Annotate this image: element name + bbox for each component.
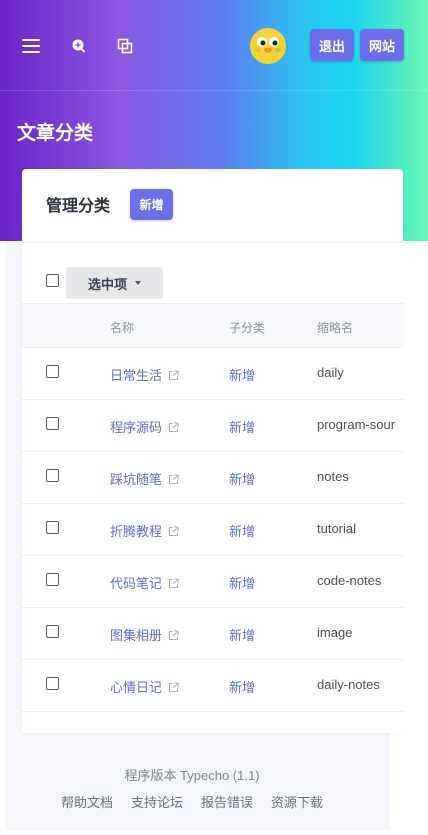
bulk-action-dropdown[interactable]: 选中项 — [66, 267, 163, 299]
avatar[interactable] — [250, 28, 286, 64]
category-name-link[interactable]: 心情日记 — [110, 677, 179, 696]
category-slug: image — [317, 625, 353, 640]
help-docs-link[interactable]: 帮助文档 — [61, 792, 113, 811]
category-name-link[interactable]: 图集相册 — [110, 625, 179, 644]
resource-download-link[interactable]: 资源下载 — [271, 792, 323, 811]
header-divider — [0, 90, 428, 91]
page-title: 文章分类 — [17, 123, 94, 144]
external-link-icon[interactable] — [168, 422, 179, 433]
zoom-in-icon[interactable] — [63, 30, 95, 62]
add-subcategory-link[interactable]: 新增 — [229, 469, 255, 488]
category-name-link[interactable]: 代码笔记 — [110, 573, 179, 592]
table-row: 图集相册 新增 image — [22, 607, 403, 660]
footer-links: 帮助文档 支持论坛 报告错误 资源下载 — [0, 792, 384, 811]
row-checkbox[interactable] — [46, 521, 59, 534]
row-checkbox[interactable] — [46, 417, 59, 430]
site-button[interactable]: 网站 — [360, 29, 405, 61]
external-link-icon[interactable] — [168, 630, 179, 641]
external-link-icon[interactable] — [168, 526, 179, 537]
row-checkbox[interactable] — [46, 573, 59, 586]
row-checkbox[interactable] — [46, 469, 59, 482]
add-subcategory-link[interactable]: 新增 — [229, 417, 255, 436]
external-link-icon[interactable] — [168, 578, 179, 589]
category-slug: daily — [317, 365, 344, 380]
bulk-action-label: 选中项 — [87, 276, 127, 292]
table-row: 代码笔记 新增 code-notes — [22, 555, 403, 608]
external-link-icon[interactable] — [168, 682, 179, 693]
windows-icon[interactable] — [109, 30, 141, 62]
category-name-link[interactable]: 踩坑随笔 — [110, 469, 179, 488]
report-bug-link[interactable]: 报告错误 — [201, 792, 253, 811]
support-forum-link[interactable]: 支持论坛 — [131, 792, 183, 811]
category-panel: 管理分类 新增 选中项 名称 子分类 缩略名 日常生活 新增 daily 程序源… — [22, 169, 403, 733]
table-row: 日常生活 新增 daily — [22, 347, 403, 400]
category-name-link[interactable]: 程序源码 — [110, 417, 179, 436]
table-row: 程序源码 新增 program-sour — [22, 399, 403, 452]
category-slug: code-notes — [317, 573, 382, 588]
add-subcategory-link[interactable]: 新增 — [229, 677, 255, 696]
external-link-icon[interactable] — [168, 370, 179, 381]
table-row: 踩坑随笔 新增 notes — [22, 451, 403, 504]
logout-button[interactable]: 退出 — [310, 29, 355, 61]
row-checkbox[interactable] — [46, 677, 59, 690]
panel-title: 管理分类 — [46, 198, 111, 215]
column-header-slug: 缩略名 — [317, 321, 354, 335]
category-slug: tutorial — [317, 521, 357, 536]
version-text: 程序版本 Typecho (1.1) — [124, 768, 260, 783]
row-checkbox[interactable] — [46, 625, 59, 638]
table-header: 名称 子分类 缩略名 — [22, 303, 403, 348]
add-subcategory-link[interactable]: 新增 — [229, 625, 255, 644]
category-slug: daily-notes — [317, 677, 380, 692]
top-bar: 退出 网站 — [0, 0, 428, 90]
category-slug: program-sour — [317, 417, 396, 432]
column-header-name: 名称 — [110, 321, 135, 335]
chevron-down-icon — [135, 281, 141, 285]
add-subcategory-link[interactable]: 新增 — [229, 573, 255, 592]
external-link-icon[interactable] — [168, 474, 179, 485]
table-row: 心情日记 新增 daily-notes — [22, 659, 403, 712]
select-all-checkbox[interactable] — [46, 274, 59, 287]
table-row: 折腾教程 新增 tutorial — [22, 503, 403, 556]
menu-icon[interactable] — [15, 30, 47, 62]
add-subcategory-link[interactable]: 新增 — [229, 521, 255, 540]
add-subcategory-link[interactable]: 新增 — [229, 365, 255, 384]
panel-header: 管理分类 新增 — [22, 169, 403, 243]
row-checkbox[interactable] — [46, 365, 59, 378]
category-slug: notes — [317, 469, 349, 484]
category-name-link[interactable]: 日常生活 — [110, 365, 179, 384]
category-name-link[interactable]: 折腾教程 — [110, 521, 179, 540]
column-header-sub: 子分类 — [229, 321, 266, 335]
add-category-button[interactable]: 新增 — [130, 189, 173, 220]
